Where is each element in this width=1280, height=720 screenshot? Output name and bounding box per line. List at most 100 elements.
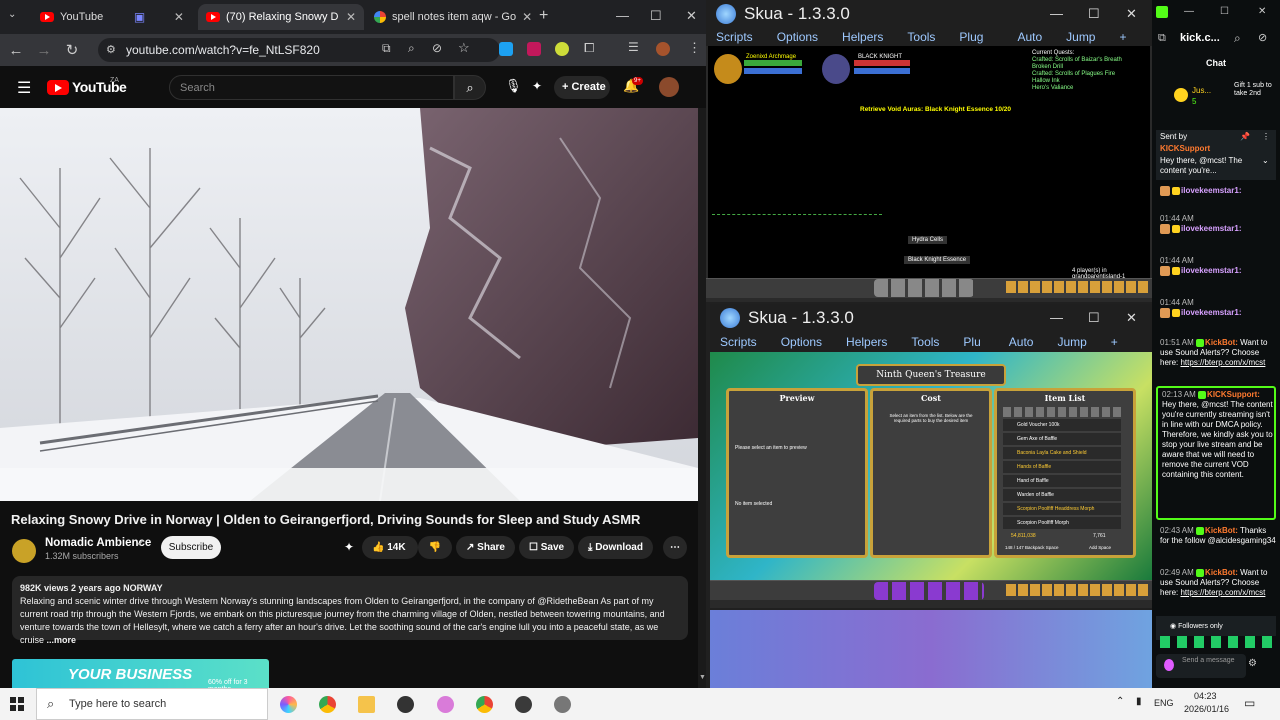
menu-helpers[interactable]: Helpers (842, 30, 883, 44)
chat-username[interactable]: KickBot: (1205, 338, 1238, 347)
extension-icon[interactable]: ✦ (532, 79, 542, 93)
tab-google-search[interactable]: spell notes item aqw - Go ✕ (366, 4, 532, 30)
menu-auto[interactable]: Auto (1017, 30, 1042, 44)
more-link[interactable]: ...more (47, 635, 77, 645)
tab-youtube[interactable]: YouTube ▣ ✕ (32, 4, 192, 30)
tray-expand-icon[interactable]: ⌃ (1116, 696, 1124, 707)
zoom-icon[interactable]: ⌕ (408, 41, 415, 56)
bookmark-star-icon[interactable]: ☆ (458, 40, 470, 56)
voice-search-icon[interactable]: 🎙 (505, 78, 522, 94)
item-row[interactable]: Hands of Baffle (1003, 461, 1121, 473)
menu-plug[interactable]: Plu (963, 335, 980, 349)
close-tab-icon[interactable]: ✕ (522, 10, 532, 24)
like-button[interactable]: 👍 14K (362, 536, 418, 559)
item-row[interactable]: Gem Axe of Baffle (1003, 433, 1121, 445)
extension-icon[interactable] (527, 42, 541, 56)
subscribe-button[interactable]: Subscribe (161, 536, 221, 559)
copilot-icon[interactable] (280, 696, 297, 713)
skill-icons[interactable] (874, 582, 984, 600)
menu-jump[interactable]: Jump (1057, 335, 1086, 349)
back-icon[interactable]: ← (4, 42, 28, 59)
description-box[interactable]: 982K views 2 years ago NORWAY Relaxing a… (12, 576, 688, 645)
close-tab-icon[interactable]: ✕ (346, 10, 356, 24)
chat-username[interactable]: ilovekeemstar1: (1181, 224, 1241, 233)
eye-off-icon[interactable]: ⊘ (1258, 31, 1267, 44)
chrome-icon[interactable] (476, 696, 493, 713)
menu-plug[interactable]: Plug (959, 30, 983, 44)
sidebar-toggle-icon[interactable]: ⧉ (1158, 32, 1166, 45)
taskbar-search-box[interactable]: ⌕ Type here to search (36, 688, 268, 720)
file-explorer-icon[interactable] (358, 696, 375, 713)
dislike-button[interactable]: 👎 (418, 536, 452, 559)
menu-icons[interactable] (1006, 281, 1148, 293)
menu-tools[interactable]: Tools (907, 30, 935, 44)
more-actions-button[interactable]: ⋯ (663, 536, 687, 559)
video-player[interactable] (0, 108, 698, 501)
minimize-icon[interactable]: — (1050, 6, 1063, 21)
pin-icon[interactable]: 📌 (1240, 132, 1250, 141)
clock-date[interactable]: 2026/01/16 (1184, 704, 1229, 714)
menu-jump[interactable]: Jump (1066, 30, 1095, 44)
emote-bar[interactable] (1160, 636, 1276, 648)
chat-link[interactable]: https://bterp.com/x/mcst (1180, 358, 1265, 367)
more-icon[interactable]: ⋮ (1262, 132, 1270, 141)
scrollbar[interactable] (698, 108, 706, 688)
pinned-message[interactable]: Sent by KICKSupport Hey there, @mcst! Th… (1156, 130, 1276, 180)
extension-icon[interactable] (499, 42, 513, 56)
share-button[interactable]: ↗ Share (456, 536, 515, 559)
download-button[interactable]: ⤓ Download (578, 536, 653, 559)
channel-url[interactable]: kick.c... (1180, 32, 1220, 44)
maximize-icon[interactable]: ☐ (650, 8, 662, 24)
menu-scripts[interactable]: Scripts (720, 335, 757, 349)
app-icon[interactable] (397, 696, 414, 713)
search-input[interactable]: Search (169, 75, 454, 100)
obs-icon[interactable] (515, 696, 532, 713)
account-avatar[interactable] (659, 77, 679, 97)
scroll-down-arrow-icon[interactable]: ▼ (699, 674, 706, 681)
chat-username[interactable]: ilovekeemstar1: (1181, 186, 1241, 195)
maximize-icon[interactable]: ☐ (1220, 6, 1229, 17)
item-row[interactable]: Scorpion Poolfiff Morph (1003, 517, 1121, 529)
menu-scripts[interactable]: Scripts (716, 30, 753, 44)
language-indicator[interactable]: ENG (1154, 698, 1174, 708)
search-icon[interactable]: ⌕ (1234, 31, 1241, 46)
chrome-menu-icon[interactable]: ⋮ (688, 40, 701, 56)
chat-username[interactable]: KickBot: (1205, 526, 1238, 535)
clock-time[interactable]: 04:23 (1194, 691, 1217, 701)
menu-options[interactable]: Options (777, 30, 818, 44)
menu-options[interactable]: Options (781, 335, 822, 349)
menu-icons[interactable] (1006, 584, 1148, 596)
item-row[interactable]: Warden of Baffle (1003, 489, 1121, 501)
emote-picker-icon[interactable] (1164, 659, 1174, 671)
item-row[interactable]: Hand of Baffle (1003, 475, 1121, 487)
menu-auto[interactable]: Auto (1009, 335, 1034, 349)
save-button[interactable]: ☐ Save (519, 536, 575, 559)
extension-icon[interactable] (555, 42, 569, 56)
eye-off-icon[interactable]: ⊘ (432, 41, 442, 55)
item-filter-icons[interactable] (1003, 407, 1121, 417)
extensions-puzzle-icon[interactable]: ⧠ (584, 40, 594, 56)
item-row[interactable]: Baconia Layla Cake and Shield (1003, 447, 1121, 459)
close-tab-icon[interactable]: ✕ (174, 10, 184, 24)
skill-icons[interactable] (874, 279, 974, 297)
close-window-icon[interactable]: ✕ (1126, 6, 1137, 22)
install-icon[interactable]: ⧉ (382, 41, 391, 56)
new-tab-button[interactable]: + (539, 7, 548, 25)
item-row[interactable]: Scorpion Poolfiff Headdress Morph (1003, 503, 1121, 515)
maximize-icon[interactable]: ☐ (1088, 310, 1100, 326)
close-window-icon[interactable]: ✕ (1258, 6, 1266, 17)
youtube-logo-icon[interactable] (47, 80, 69, 95)
notification-center-icon[interactable]: ▭ (1244, 696, 1255, 710)
media-icon[interactable]: ☰ (628, 40, 639, 54)
hamburger-menu-icon[interactable]: ☰ (17, 78, 31, 98)
chrome-icon[interactable] (319, 696, 336, 713)
chat-username[interactable]: ilovekeemstar1: (1181, 308, 1241, 317)
menu-add[interactable]: + (1119, 30, 1126, 44)
add-space-button[interactable]: Add Space (1089, 545, 1111, 550)
profile-avatar[interactable] (656, 42, 670, 56)
windows-start-icon[interactable] (10, 697, 24, 711)
minimize-icon[interactable]: — (1184, 6, 1194, 17)
ad-banner[interactable]: YOUR BUSINESS 60% off for 3 months (12, 659, 269, 688)
channel-avatar[interactable] (12, 539, 36, 563)
chat-username[interactable]: ilovekeemstar1: (1181, 266, 1241, 275)
